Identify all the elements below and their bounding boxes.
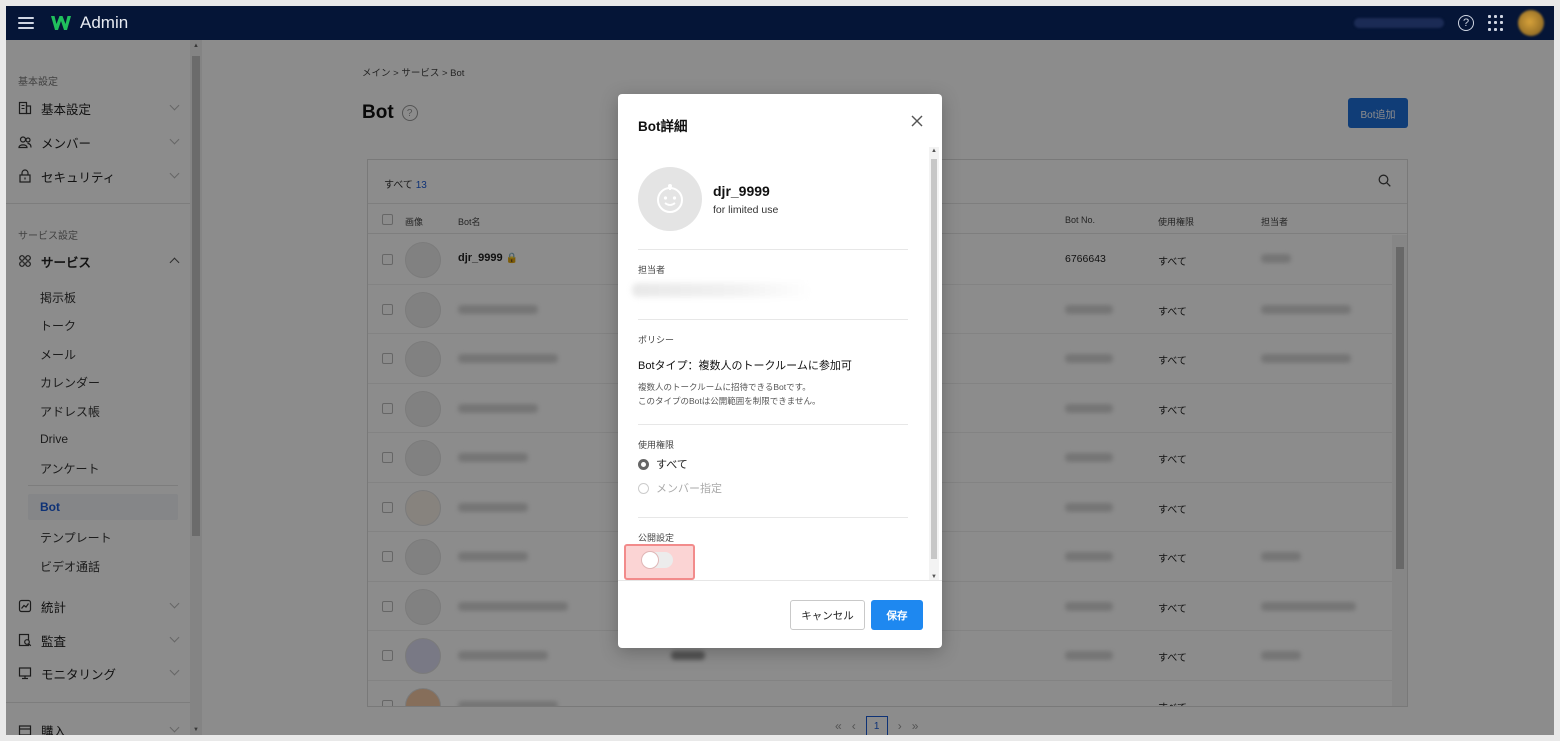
top-bar: Admin ? xyxy=(6,6,1554,40)
toggle-knob[interactable] xyxy=(641,551,659,569)
w-logo-icon[interactable] xyxy=(50,14,72,32)
hamburger-menu-icon[interactable] xyxy=(18,17,34,29)
radio-label: すべて xyxy=(656,459,688,471)
app-title: Admin xyxy=(80,13,129,32)
scrollbar-thumb[interactable] xyxy=(931,159,937,559)
publish-label: 公開設定 xyxy=(638,533,675,543)
app-window: Admin ? 基本設定 基本設定 メンバー セキュリティ サービス設定 サービ… xyxy=(6,6,1554,735)
owner-blurred xyxy=(632,283,812,297)
policy-note: 複数人のトークルームに招待できるBotです。 xyxy=(638,382,811,392)
divider xyxy=(638,424,908,425)
cancel-button[interactable]: キャンセル xyxy=(790,600,865,630)
policy-value: Botタイプ：複数人のトークルームに参加可 xyxy=(638,360,852,372)
radio-label: メンバー指定 xyxy=(656,483,722,495)
bot-avatar xyxy=(638,167,702,231)
scroll-up-icon[interactable]: ▲ xyxy=(931,148,937,154)
bot-detail-modal: Bot詳細 djr_9999 for limited use 担当者 ポリシー xyxy=(618,94,942,648)
user-name-blurred xyxy=(1354,18,1444,28)
bot-face-icon xyxy=(657,184,683,213)
permission-label: 使用権限 xyxy=(638,440,675,450)
owner-label: 担当者 xyxy=(638,265,666,275)
permission-option-all[interactable]: すべて xyxy=(638,456,688,472)
user-avatar[interactable] xyxy=(1518,10,1544,36)
modal-scrollbar[interactable]: ▲ ▼ xyxy=(929,147,939,580)
modal-title: Bot詳細 xyxy=(638,119,688,134)
policy-label: ポリシー xyxy=(638,335,675,345)
bot-name: djr_9999 xyxy=(713,183,770,199)
close-icon[interactable] xyxy=(910,114,924,128)
divider xyxy=(638,249,908,250)
modal-footer: キャンセル 保存 xyxy=(618,580,942,648)
help-icon[interactable]: ? xyxy=(1458,15,1474,31)
bot-description: for limited use xyxy=(713,204,779,216)
grid-icon[interactable] xyxy=(1488,15,1504,31)
publish-toggle[interactable] xyxy=(641,551,673,569)
radio-disabled xyxy=(638,482,649,494)
divider xyxy=(638,517,908,518)
permission-option-members: メンバー指定 xyxy=(638,480,722,496)
policy-note: このタイプのBotは公開範囲を制限できません。 xyxy=(638,396,821,406)
radio-selected[interactable] xyxy=(638,458,649,470)
modal-body: djr_9999 for limited use 担当者 ポリシー Botタイプ… xyxy=(618,152,942,580)
save-button[interactable]: 保存 xyxy=(871,600,923,630)
divider xyxy=(638,319,908,320)
publish-toggle-highlight xyxy=(624,544,695,580)
